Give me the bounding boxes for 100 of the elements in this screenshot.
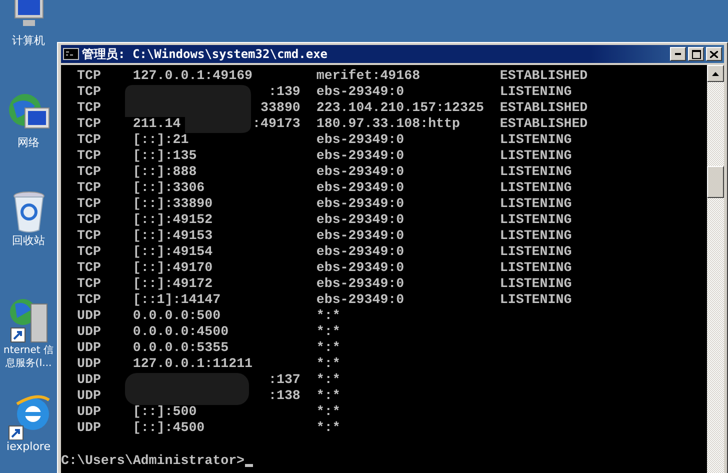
protocol-text: TCP xyxy=(77,212,101,227)
foreign-address-text: ebs-29349:0 xyxy=(316,244,404,259)
protocol-text: UDP xyxy=(77,388,101,403)
protocol-text: UDP xyxy=(77,420,101,435)
protocol-text: UDP xyxy=(77,356,101,371)
minimize-icon xyxy=(675,53,681,55)
foreign-address-text: 223.104.210.157:12325 xyxy=(316,100,484,115)
local-address-text: 127.0.0.1:11211 xyxy=(132,356,253,372)
protocol-text: TCP xyxy=(77,196,101,211)
protocol-text: UDP xyxy=(77,308,101,323)
local-address-text: [::]:888 xyxy=(132,164,197,180)
protocol-text: TCP xyxy=(77,148,101,163)
local-address-text: :49173 xyxy=(252,116,300,132)
local-address-text: [::1]:14147 xyxy=(132,292,221,308)
protocol-text: TCP xyxy=(77,180,101,195)
desktop-icon-label[interactable]: nternet 信息服务(I... xyxy=(0,344,57,370)
foreign-address-text: *:* xyxy=(316,324,340,339)
foreign-address-text: *:* xyxy=(316,340,340,355)
state-text: LISTENING xyxy=(500,180,572,196)
state-text: LISTENING xyxy=(500,260,572,276)
foreign-address-text: ebs-29349:0 xyxy=(316,84,404,99)
protocol-text: TCP xyxy=(77,260,101,275)
window-title: 管理员: C:\Windows\system32\cmd.exe xyxy=(82,46,328,62)
close-icon xyxy=(710,50,718,58)
protocol-text: TCP xyxy=(77,68,101,83)
foreign-address-text: ebs-29349:0 xyxy=(316,164,404,179)
minimize-button[interactable] xyxy=(670,47,686,61)
state-text: LISTENING xyxy=(500,244,572,260)
local-address-text: :138 xyxy=(268,388,300,404)
foreign-address-text: *:* xyxy=(316,388,340,403)
foreign-address-text: *:* xyxy=(316,308,340,323)
protocol-text: TCP xyxy=(77,292,101,307)
desktop-icon-label[interactable]: 网络 xyxy=(18,136,40,149)
foreign-address-text: ebs-29349:0 xyxy=(316,180,404,195)
close-button[interactable] xyxy=(706,47,722,61)
foreign-address-text: ebs-29349:0 xyxy=(316,292,404,307)
maximize-icon xyxy=(692,50,700,58)
scroll-up-arrow-icon xyxy=(712,72,719,76)
local-address-text: [::]:49153 xyxy=(132,228,213,244)
foreign-address-text: ebs-29349:0 xyxy=(316,212,404,227)
foreign-address-text: ebs-29349:0 xyxy=(316,260,404,275)
protocol-text: UDP xyxy=(77,404,101,419)
foreign-address-text: ebs-29349:0 xyxy=(316,196,404,211)
protocol-text: TCP xyxy=(77,116,101,131)
desktop-icon-label[interactable]: iexplore xyxy=(6,440,50,453)
foreign-address-text: *:* xyxy=(316,372,340,387)
protocol-text: TCP xyxy=(77,84,101,99)
protocol-text: TCP xyxy=(77,276,101,291)
local-address-text: 127.0.0.1:49169 xyxy=(132,68,253,84)
state-text: ESTABLISHED xyxy=(500,68,588,84)
protocol-text: TCP xyxy=(77,244,101,259)
foreign-address-text: *:* xyxy=(316,356,340,371)
protocol-text: UDP xyxy=(77,340,101,355)
local-address-text: [::]:21 xyxy=(132,132,189,148)
foreign-address-text: merifet:49168 xyxy=(316,68,420,83)
state-text: LISTENING xyxy=(500,84,572,100)
foreign-address-text: ebs-29349:0 xyxy=(316,148,404,163)
local-address-text: [::]:3306 xyxy=(132,180,205,196)
protocol-text: TCP xyxy=(77,100,101,115)
local-address-text: [::]:49152 xyxy=(132,212,213,228)
protocol-text: TCP xyxy=(77,132,101,147)
local-address-text: [::]:4500 xyxy=(132,420,205,436)
foreign-address-text: ebs-29349:0 xyxy=(316,132,404,147)
local-address-text: 0.0.0.0:5355 xyxy=(132,340,229,356)
protocol-text: TCP xyxy=(77,164,101,179)
scrollbar[interactable] xyxy=(707,65,724,473)
local-address-text: [::]:500 xyxy=(132,404,197,420)
maximize-button[interactable] xyxy=(688,47,704,61)
foreign-address-text: ebs-29349:0 xyxy=(316,228,404,243)
state-text: LISTENING xyxy=(500,292,572,308)
command-prompt-text: C:\Users\Administrator> xyxy=(61,453,245,468)
protocol-text: TCP xyxy=(77,228,101,243)
foreign-address-text: *:* xyxy=(316,404,340,419)
text-cursor xyxy=(244,464,253,467)
local-address-text: [::]:49172 xyxy=(132,276,213,292)
foreign-address-text: 180.97.33.108:http xyxy=(316,116,460,131)
protocol-text: UDP xyxy=(77,372,101,387)
local-address-text: 33890 xyxy=(260,100,300,116)
local-address-text: :139 xyxy=(268,84,300,100)
local-address-text: [::]:49170 xyxy=(132,260,213,276)
state-text: LISTENING xyxy=(500,276,572,292)
browser-e-icon xyxy=(6,394,50,440)
desktop-icon-label[interactable]: 计算机 xyxy=(12,34,45,47)
foreign-address-text: ebs-29349:0 xyxy=(316,276,404,291)
local-address-text: [::]:33890 xyxy=(132,196,213,212)
state-text: LISTENING xyxy=(500,164,572,180)
scrollbar-thumb[interactable] xyxy=(707,166,724,198)
state-text: LISTENING xyxy=(500,212,572,228)
local-address-text: :137 xyxy=(268,372,300,388)
state-text: ESTABLISHED xyxy=(500,116,588,132)
local-address-text: [::]:135 xyxy=(132,148,197,164)
local-address-text: 211.14 xyxy=(132,116,181,132)
local-address-text: 0.0.0.0:4500 xyxy=(132,324,229,340)
state-text: LISTENING xyxy=(500,132,572,148)
desktop-icon-label[interactable]: 回收站 xyxy=(12,234,45,247)
state-text: LISTENING xyxy=(500,228,572,244)
foreign-address-text: *:* xyxy=(316,420,340,435)
protocol-text: UDP xyxy=(77,324,101,339)
console-icon xyxy=(63,48,79,60)
state-text: ESTABLISHED xyxy=(500,100,588,116)
